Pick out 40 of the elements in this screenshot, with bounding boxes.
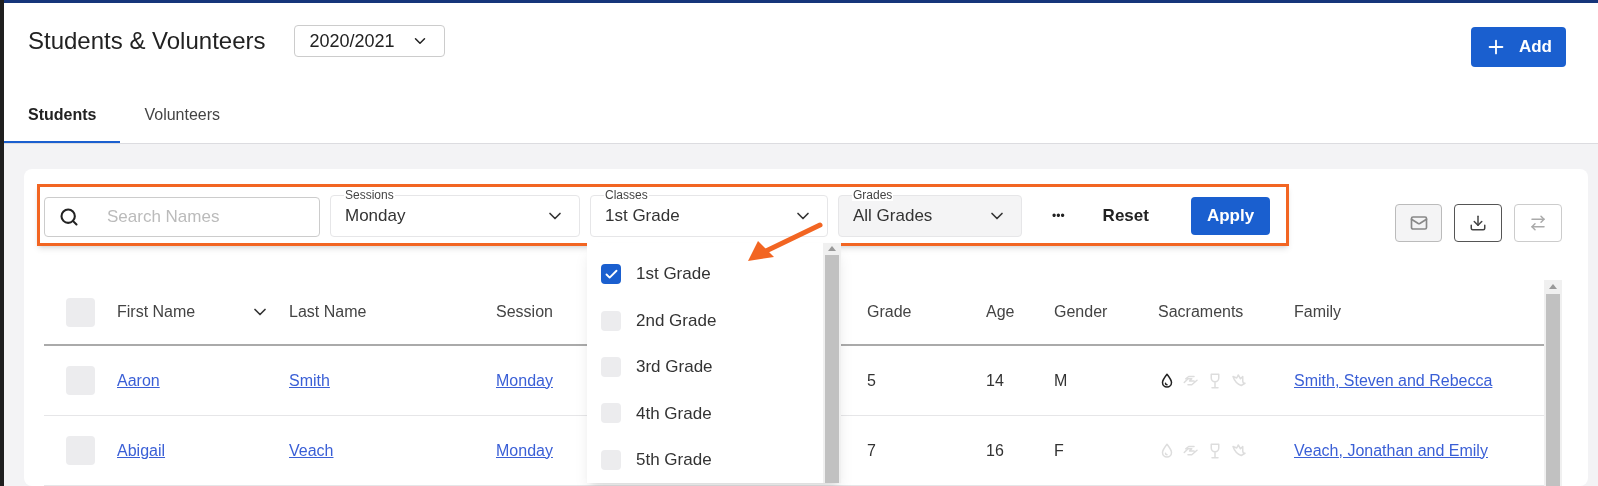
class-option[interactable]: 3rd Grade	[587, 343, 823, 391]
table-cell: M	[1054, 371, 1068, 389]
reset-button[interactable]: Reset	[1088, 195, 1163, 237]
field-label: Classes	[604, 189, 649, 201]
class-option[interactable]: 2nd Grade	[587, 297, 823, 344]
more-button[interactable]: •••	[1038, 195, 1079, 237]
tab[interactable]: Students	[4, 89, 121, 143]
table-cell: F	[1054, 441, 1064, 459]
column-header[interactable]: Family	[1294, 303, 1342, 320]
add-button[interactable]: Add	[1470, 27, 1566, 67]
column-header[interactable]: Age	[986, 303, 1015, 320]
class-option[interactable]: 5th Grade	[587, 436, 823, 484]
apply-button[interactable]: Apply	[1190, 197, 1271, 235]
search-field[interactable]: Search Names	[44, 197, 320, 237]
tab[interactable]: Volunteers	[120, 89, 245, 143]
table-link[interactable]: Veach	[289, 441, 334, 459]
page-title: Students & Volunteers	[28, 26, 266, 56]
table-cell: 5	[867, 371, 876, 389]
field-label: Grades	[852, 189, 894, 201]
field-label: Sessions	[344, 189, 395, 201]
column-header[interactable]: Last Name	[289, 303, 367, 320]
table-link[interactable]: Monday	[496, 441, 553, 459]
class-option[interactable]: 4th Grade	[587, 390, 823, 437]
table-cell: 14	[986, 371, 1004, 389]
table-link[interactable]: Smith, Steven and Rebecca	[1294, 371, 1493, 389]
search-input[interactable]: Search Names	[107, 204, 297, 230]
table-link[interactable]: Smith	[289, 371, 330, 389]
table-link[interactable]: Aaron	[117, 371, 160, 389]
column-header[interactable]: Sacraments	[1158, 303, 1244, 320]
table-cell: 16	[986, 441, 1004, 459]
column-header[interactable]: Session	[496, 303, 553, 320]
table-link[interactable]: Abigail	[117, 441, 166, 459]
table-cell: 7	[867, 441, 876, 459]
column-header[interactable]: Gender	[1054, 303, 1108, 320]
year-dropdown[interactable]: 2020/2021	[293, 25, 445, 57]
column-header[interactable]: First Name	[117, 300, 250, 324]
column-header[interactable]: Grade	[867, 303, 912, 320]
class-option[interactable]: 1st Grade	[587, 251, 823, 298]
table-link[interactable]: Veach, Jonathan and Emily	[1294, 441, 1488, 459]
table-link[interactable]: Monday	[496, 371, 553, 389]
